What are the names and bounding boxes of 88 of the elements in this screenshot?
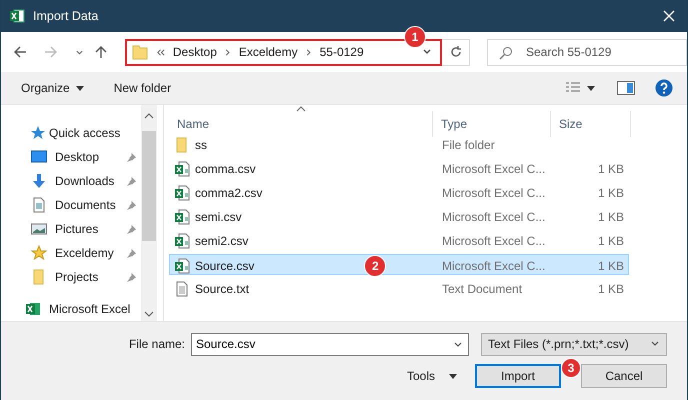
sidebar-item[interactable]: Documents (1, 193, 141, 217)
caret-icon (76, 86, 84, 90)
file-name: Source.csv (195, 259, 254, 273)
file-name-label: File name: (128, 337, 185, 351)
file-type: Microsoft Excel C... (441, 259, 546, 273)
spreadsheet-file-icon (174, 232, 190, 248)
down-arrow-icon (31, 173, 47, 189)
cancel-button[interactable]: Cancel (581, 364, 667, 388)
sort-caret-icon (296, 106, 306, 112)
file-size: 1 KB (596, 186, 625, 200)
file-type: Text Document (441, 282, 524, 296)
sidebar-item[interactable]: Quick access (1, 121, 141, 145)
file-name: semi.csv (195, 210, 242, 224)
file-row[interactable]: semi.csv Microsoft Excel C... 1 KB (169, 206, 629, 227)
file-name: comma.csv (195, 162, 256, 176)
file-name: Source.txt (195, 282, 250, 296)
step-badge: 1 (404, 26, 426, 48)
refresh-button[interactable] (442, 38, 470, 66)
breadcrumb[interactable]: 55-0129 (320, 45, 364, 59)
file-row[interactable]: semi2.csv Microsoft Excel C... 1 KB (169, 230, 629, 251)
sidebar-item[interactable]: Downloads (1, 169, 141, 193)
import-button[interactable]: Import (475, 364, 561, 388)
file-type: File folder (441, 138, 496, 152)
back-arrow-icon[interactable] (13, 45, 27, 59)
file-name: semi2.csv (195, 234, 248, 248)
file-type-dropdown[interactable]: Text Files (*.prn;*.txt;*.csv) (481, 332, 667, 356)
picture-icon (31, 221, 47, 237)
breadcrumb-chevron-icon (306, 48, 312, 56)
file-name-field[interactable]: Source.csv (191, 332, 469, 356)
help-icon[interactable] (655, 79, 673, 97)
document-icon (31, 197, 47, 213)
spreadsheet-app-icon (25, 301, 41, 317)
file-type: Microsoft Excel C... (441, 234, 546, 248)
spreadsheet-file-icon (174, 160, 190, 176)
sidebar-item[interactable]: Microsoft Excel (1, 297, 141, 321)
organize-menu[interactable]: Organize (21, 81, 70, 95)
spreadsheet-file-icon (174, 184, 190, 200)
step-badge: 2 (364, 255, 386, 277)
sidebar-item[interactable]: Projects (1, 265, 141, 289)
file-row[interactable]: ss File folder (169, 134, 629, 155)
spreadsheet-app-icon (9, 8, 25, 24)
monitor-icon (31, 149, 47, 165)
window-title: Import Data (33, 9, 100, 23)
file-row[interactable]: Source.csv 2 Microsoft Excel C... 1 KB (169, 254, 629, 275)
caret-icon[interactable] (587, 86, 595, 90)
file-name: comma2.csv (195, 186, 262, 200)
refresh-icon (448, 45, 463, 59)
file-row[interactable]: comma2.csv Microsoft Excel C... 1 KB (169, 182, 629, 203)
folder-icon (132, 44, 148, 60)
file-type: Microsoft Excel C... (441, 162, 546, 176)
scrollbar[interactable] (141, 105, 157, 321)
text-file-icon (174, 280, 190, 296)
file-size: 1 KB (596, 259, 625, 273)
sidebar-item[interactable]: Exceldemy (1, 241, 141, 265)
breadcrumb-chevron-icon (224, 48, 231, 56)
spreadsheet-file-icon (174, 258, 190, 274)
breadcrumb[interactable]: Exceldemy (238, 45, 298, 59)
breadcrumb[interactable]: Desktop (172, 45, 217, 59)
file-type: Microsoft Excel C... (441, 186, 546, 200)
file-size: 1 KB (596, 210, 625, 224)
preview-pane-icon[interactable] (617, 81, 635, 95)
column-header[interactable]: Type (433, 111, 551, 137)
caret-icon[interactable] (449, 374, 457, 378)
scroll-up-icon[interactable] (144, 113, 154, 119)
file-size: 1 KB (596, 162, 625, 176)
scroll-down-icon[interactable] (144, 311, 154, 317)
file-size: 1 KB (596, 282, 625, 296)
file-row[interactable]: Source.txt Text Document 1 KB (169, 278, 629, 299)
star-icon (29, 125, 45, 141)
sidebar-item[interactable]: Pictures (1, 217, 141, 241)
step-badge: 3 (561, 358, 581, 378)
double-chevron-icon (156, 48, 165, 56)
close-icon[interactable] (663, 10, 675, 22)
sidebar-item[interactable]: Desktop (1, 145, 141, 169)
spreadsheet-file-icon (174, 208, 190, 224)
new-folder-button[interactable]: New folder (114, 81, 172, 95)
star-icon (31, 245, 47, 261)
file-size: 1 KB (596, 234, 625, 248)
file-name: ss (195, 138, 207, 152)
column-header[interactable]: Size (551, 111, 631, 137)
search-field[interactable]: Search 55-0129 (487, 38, 687, 66)
up-arrow-icon[interactable] (94, 45, 108, 59)
file-type: Microsoft Excel C... (441, 210, 546, 224)
search-icon (499, 46, 513, 60)
file-row[interactable]: comma.csv Microsoft Excel C... 1 KB (169, 158, 629, 179)
tools-menu[interactable]: Tools (406, 369, 435, 383)
scroll-thumb[interactable] (142, 131, 156, 241)
chevron-down-icon[interactable] (453, 340, 463, 350)
